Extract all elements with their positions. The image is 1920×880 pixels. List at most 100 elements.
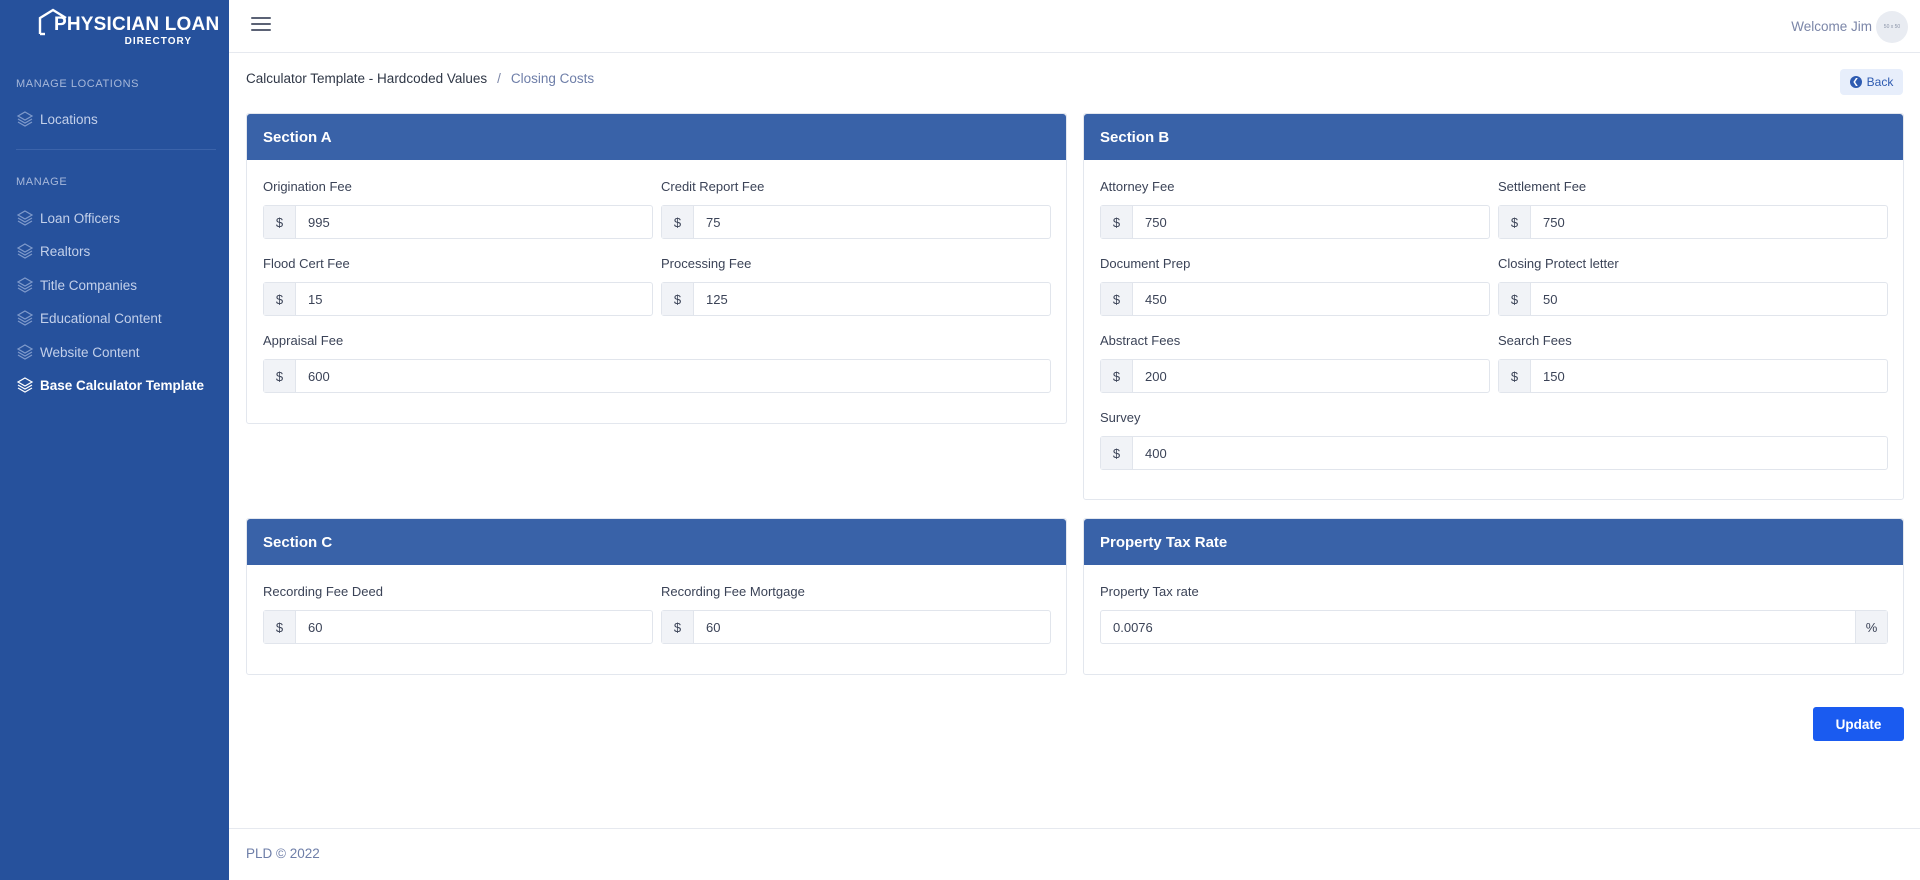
recording-fee-deed-input[interactable] <box>296 611 652 643</box>
document-prep-group: $ <box>1100 282 1490 316</box>
menu-toggle-icon[interactable] <box>251 17 271 35</box>
sidebar-item-realtors[interactable]: Realtors <box>16 239 90 263</box>
origination-fee-input[interactable] <box>296 206 652 238</box>
currency-prefix: $ <box>662 611 694 643</box>
appraisal-fee-label: Appraisal Fee <box>263 333 344 348</box>
currency-prefix: $ <box>1499 283 1531 315</box>
nav-section-manage-locations: MANAGE LOCATIONS <box>16 78 140 90</box>
appraisal-fee-group: $ <box>263 359 1051 393</box>
search-fees-label: Search Fees <box>1498 333 1572 348</box>
recording-fee-mortgage-label: Recording Fee Mortgage <box>661 584 805 599</box>
currency-prefix: $ <box>264 283 296 315</box>
layers-icon <box>16 309 34 327</box>
currency-prefix: $ <box>1101 437 1133 469</box>
document-prep-input[interactable] <box>1133 283 1489 315</box>
currency-prefix: $ <box>264 360 296 392</box>
abstract-fees-input[interactable] <box>1133 360 1489 392</box>
sidebar-item-locations[interactable]: Locations <box>16 107 98 131</box>
sidebar-item-label: Base Calculator Template <box>40 377 205 393</box>
attorney-fee-group: $ <box>1100 205 1490 239</box>
breadcrumb-parent[interactable]: Calculator Template - Hardcoded Values <box>246 71 487 86</box>
breadcrumb-current: Closing Costs <box>510 71 595 86</box>
breadcrumb-separator: / <box>497 71 501 86</box>
credit-report-fee-input[interactable] <box>694 206 1050 238</box>
sidebar-item-label: Realtors <box>40 243 91 259</box>
brand-line1: PHYSICIAN LOAN <box>54 14 220 35</box>
percent-suffix: % <box>1855 611 1887 643</box>
layers-icon <box>16 209 34 227</box>
section-b-title: Section B <box>1084 114 1903 160</box>
layers-icon <box>16 242 34 260</box>
currency-prefix: $ <box>1101 283 1133 315</box>
settlement-fee-label: Settlement Fee <box>1498 179 1587 194</box>
back-button[interactable]: ❮ Back <box>1840 69 1903 95</box>
topbar: Welcome Jim 50 x 50 <box>229 0 1920 53</box>
sidebar-item-label: Website Content <box>40 344 140 360</box>
sidebar-item-educational-content[interactable]: Educational Content <box>16 306 162 330</box>
appraisal-fee-input[interactable] <box>296 360 1050 392</box>
sidebar: PHYSICIAN LOAN DIRECTORY MANAGE LOCATION… <box>0 0 229 880</box>
avatar[interactable]: 50 x 50 <box>1876 11 1908 43</box>
recording-fee-deed-group: $ <box>263 610 653 644</box>
property-tax-card: Property Tax Rate Property Tax rate % <box>1083 518 1904 675</box>
brand-logo[interactable]: PHYSICIAN LOAN DIRECTORY <box>0 0 229 60</box>
currency-prefix: $ <box>264 611 296 643</box>
sidebar-item-website-content[interactable]: Website Content <box>16 340 140 364</box>
survey-group: $ <box>1100 436 1888 470</box>
closing-protect-letter-input[interactable] <box>1531 283 1887 315</box>
recording-fee-deed-label: Recording Fee Deed <box>263 584 383 599</box>
origination-fee-label: Origination Fee <box>263 179 352 194</box>
survey-label: Survey <box>1100 410 1141 425</box>
attorney-fee-label: Attorney Fee <box>1100 179 1175 194</box>
sidebar-item-label: Educational Content <box>40 310 162 326</box>
currency-prefix: $ <box>1499 206 1531 238</box>
layers-icon <box>16 343 34 361</box>
footer: PLD © 2022 <box>229 828 1920 880</box>
processing-fee-label: Processing Fee <box>661 256 752 271</box>
brand-line2: DIRECTORY <box>124 36 192 47</box>
currency-prefix: $ <box>1101 360 1133 392</box>
sidebar-item-title-companies[interactable]: Title Companies <box>16 273 137 297</box>
search-fees-group: $ <box>1498 359 1888 393</box>
property-tax-title: Property Tax Rate <box>1084 519 1903 565</box>
closing-protect-letter-group: $ <box>1498 282 1888 316</box>
section-a-card: Section A Origination Fee $ Credit Repor… <box>246 113 1067 424</box>
footer-copyright: PLD © 2022 <box>246 846 320 861</box>
processing-fee-group: $ <box>661 282 1051 316</box>
update-button[interactable]: Update <box>1813 707 1904 741</box>
recording-fee-mortgage-group: $ <box>661 610 1051 644</box>
credit-report-fee-label: Credit Report Fee <box>661 179 765 194</box>
recording-fee-mortgage-input[interactable] <box>694 611 1050 643</box>
sidebar-item-base-calculator-template[interactable]: Base Calculator Template <box>16 373 204 397</box>
document-prep-label: Document Prep <box>1100 256 1191 271</box>
layers-icon <box>16 276 34 294</box>
currency-prefix: $ <box>1499 360 1531 392</box>
property-tax-rate-group: % <box>1100 610 1888 644</box>
sidebar-item-label: Title Companies <box>40 277 138 293</box>
processing-fee-input[interactable] <box>694 283 1050 315</box>
property-tax-rate-input[interactable] <box>1101 611 1855 643</box>
avatar-placeholder-text: 50 x 50 <box>1883 24 1901 30</box>
layers-icon <box>16 110 34 128</box>
sidebar-item-loan-officers[interactable]: Loan Officers <box>16 206 120 230</box>
nav-section-manage: MANAGE <box>16 176 68 188</box>
section-c-card: Section C Recording Fee Deed $ Recording… <box>246 518 1067 675</box>
back-button-label: Back <box>1866 75 1894 89</box>
search-fees-input[interactable] <box>1531 360 1887 392</box>
property-tax-rate-label: Property Tax rate <box>1100 584 1199 599</box>
attorney-fee-input[interactable] <box>1133 206 1489 238</box>
layers-icon <box>16 376 34 394</box>
section-a-title: Section A <box>247 114 1066 160</box>
abstract-fees-label: Abstract Fees <box>1100 333 1181 348</box>
section-b-card: Section B Attorney Fee $ Settlement Fee … <box>1083 113 1904 500</box>
credit-report-fee-group: $ <box>661 205 1051 239</box>
section-c-title: Section C <box>247 519 1066 565</box>
flood-cert-fee-group: $ <box>263 282 653 316</box>
origination-fee-group: $ <box>263 205 653 239</box>
flood-cert-fee-input[interactable] <box>296 283 652 315</box>
currency-prefix: $ <box>662 206 694 238</box>
abstract-fees-group: $ <box>1100 359 1490 393</box>
survey-input[interactable] <box>1133 437 1887 469</box>
settlement-fee-input[interactable] <box>1531 206 1887 238</box>
settlement-fee-group: $ <box>1498 205 1888 239</box>
